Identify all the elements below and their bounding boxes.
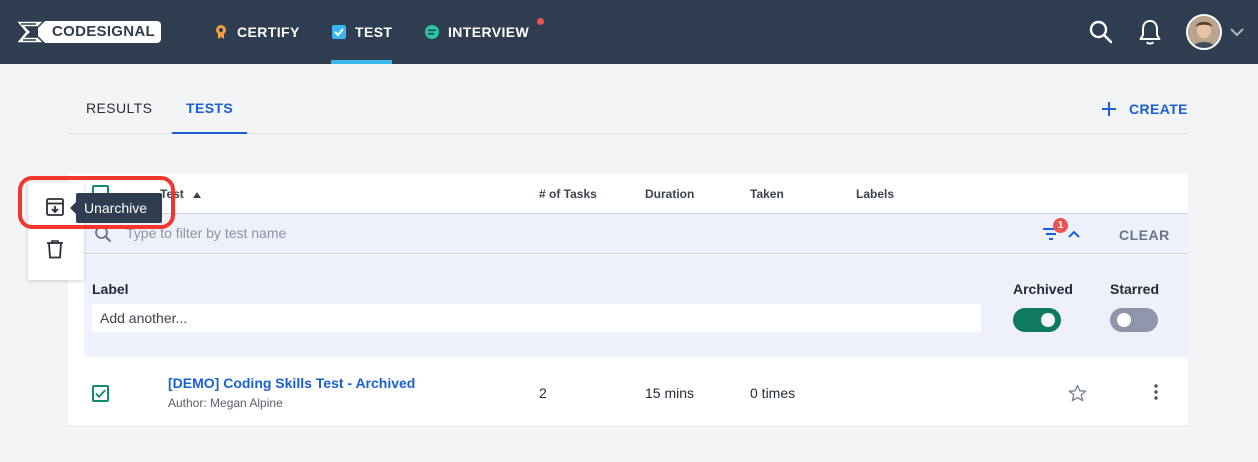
filter-panel: Label Add another... Archived Starred — [84, 255, 1188, 357]
starred-toggle[interactable] — [1110, 308, 1158, 332]
bell-icon[interactable] — [1138, 18, 1162, 46]
callout-highlight — [18, 176, 175, 229]
header-duration[interactable]: Duration — [645, 187, 694, 201]
nav-test-label: TEST — [355, 24, 393, 40]
brand-logo[interactable]: CODESIGNAL — [14, 17, 162, 47]
filter-count-badge: 1 — [1053, 218, 1068, 233]
create-button[interactable]: CREATE — [1101, 100, 1188, 118]
chevron-down-icon[interactable] — [1229, 25, 1245, 39]
sort-asc-icon — [193, 191, 202, 198]
tests-table: Test # of Tasks Duration Taken Labels Ty… — [68, 174, 1188, 428]
label-filter-input[interactable]: Add another... — [92, 304, 981, 332]
tab-results[interactable]: RESULTS — [86, 88, 152, 134]
table-header: Test # of Tasks Duration Taken Labels — [68, 174, 1188, 214]
checkmark-icon — [95, 389, 106, 399]
brand-name: CODESIGNAL — [38, 21, 162, 43]
nav-certify[interactable]: CERTIFY — [213, 0, 300, 64]
plus-icon — [1102, 102, 1116, 116]
test-title-link[interactable]: [DEMO] Coding Skills Test - Archived — [168, 375, 415, 391]
nav-certify-label: CERTIFY — [237, 24, 300, 40]
row-checkbox[interactable] — [92, 385, 109, 402]
header-tasks[interactable]: # of Tasks — [539, 187, 597, 201]
checkbox-icon — [332, 25, 346, 39]
label-filter-title: Label — [92, 281, 129, 297]
user-avatar[interactable] — [1186, 14, 1222, 50]
clear-filters-button[interactable]: CLEAR — [1119, 227, 1170, 243]
table-row[interactable]: [DEMO] Coding Skills Test - Archived Aut… — [68, 357, 1188, 427]
active-tab-indicator — [331, 60, 393, 64]
top-nav-bar: CODESIGNAL CERTIFY TEST INTERVIEW — [0, 0, 1258, 64]
avatar-portrait-icon — [1188, 16, 1220, 48]
header-labels[interactable]: Labels — [856, 187, 894, 201]
chevron-up-icon[interactable] — [1067, 228, 1081, 240]
codesignal-logo-icon — [14, 20, 46, 44]
more-options-icon[interactable] — [1150, 383, 1162, 401]
trash-icon[interactable] — [46, 239, 64, 259]
notification-dot — [537, 18, 544, 25]
test-task-count: 2 — [539, 385, 547, 401]
test-taken-count: 0 times — [750, 385, 796, 401]
starred-filter-title: Starred — [1110, 281, 1160, 297]
header-taken[interactable]: Taken — [750, 187, 784, 201]
badge-icon — [216, 25, 226, 39]
toggle-knob — [1117, 313, 1131, 327]
tab-tests[interactable]: TESTS — [172, 88, 248, 134]
star-icon[interactable] — [1068, 384, 1087, 403]
toggle-knob — [1041, 313, 1055, 327]
archived-toggle[interactable] — [1013, 308, 1061, 332]
nav-interview[interactable]: INTERVIEW — [424, 0, 529, 64]
test-duration: 15 mins — [645, 385, 695, 401]
chat-icon — [425, 25, 439, 39]
nav-interview-label: INTERVIEW — [448, 24, 530, 40]
section-tabs: RESULTS TESTS — [68, 88, 1188, 134]
create-button-label: CREATE — [1129, 101, 1188, 117]
nav-test[interactable]: TEST — [331, 0, 393, 64]
search-icon[interactable] — [1088, 19, 1114, 45]
archived-filter-title: Archived — [1013, 281, 1073, 297]
test-author: Author: Megan Alpine — [168, 396, 283, 410]
filter-bar: Type to filter by test name 1 CLEAR — [84, 214, 1188, 254]
